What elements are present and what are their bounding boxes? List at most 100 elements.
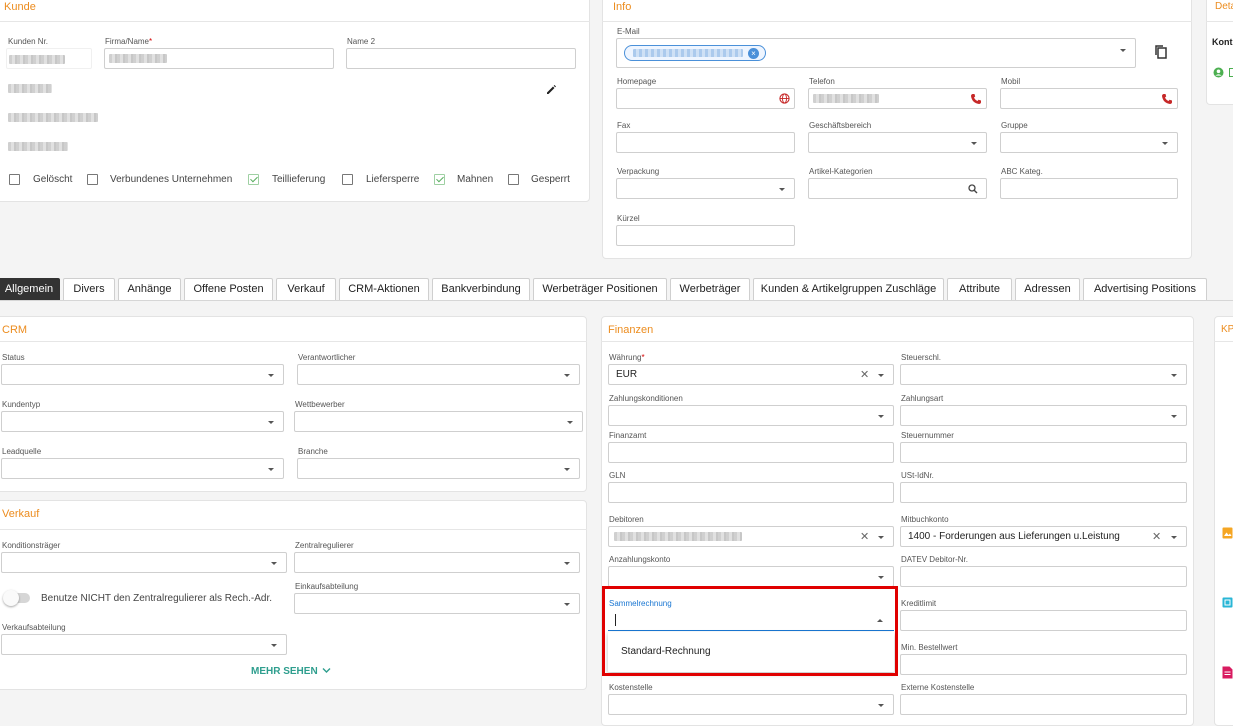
steuernummer-field[interactable]	[900, 442, 1187, 463]
info-divider	[602, 21, 1192, 22]
geschaeftsbereich-select[interactable]	[808, 132, 987, 153]
status-select[interactable]	[1, 364, 284, 385]
zentralregulierer-select[interactable]	[294, 552, 580, 573]
image-icon	[1222, 527, 1233, 539]
min-bestellwert-field[interactable]	[900, 654, 1187, 675]
finanzamt-field[interactable]	[608, 442, 894, 463]
kunde-title: Kunde	[4, 1, 36, 13]
details-title: Deta	[1215, 1, 1233, 12]
mehr-sehen-link[interactable]: MEHR SEHEN	[251, 666, 331, 677]
branche-select[interactable]	[297, 458, 580, 479]
tab-attribute[interactable]: Attribute	[947, 278, 1012, 301]
verpackung-select[interactable]	[616, 178, 795, 199]
clear-icon[interactable]: ✕	[860, 530, 869, 543]
tab-offene-posten[interactable]: Offene Posten	[184, 278, 273, 301]
checkbox-gesperrt[interactable]	[508, 174, 519, 185]
kreditlimit-label: Kreditlimit	[901, 599, 937, 608]
homepage-field[interactable]	[616, 88, 795, 109]
checkbox-teillieferung[interactable]	[248, 174, 259, 185]
name2-field[interactable]	[346, 48, 576, 69]
leadquelle-select[interactable]	[1, 458, 284, 479]
konditionstraeger-select[interactable]	[1, 552, 287, 573]
gln-field[interactable]	[608, 482, 894, 503]
externe-kostenstelle-field[interactable]	[900, 694, 1187, 715]
verkauf-title: Verkauf	[2, 508, 40, 520]
min-bestellwert-label: Min. Bestellwert	[901, 643, 958, 652]
copy-icon[interactable]	[1154, 44, 1168, 60]
clear-icon[interactable]: ✕	[1152, 530, 1161, 543]
finanzen-title: Finanzen	[608, 324, 654, 336]
kundentyp-select[interactable]	[1, 411, 284, 432]
waehrung-select[interactable]: EUR ✕	[608, 364, 894, 385]
abc-field[interactable]	[1000, 178, 1178, 199]
firma-field[interactable]	[104, 48, 334, 69]
tab-kunden-artikelgruppen-zuschlaege[interactable]: Kunden & Artikelgruppen Zuschläge	[753, 278, 944, 301]
toggle-knob	[3, 590, 19, 606]
globe-icon[interactable]	[779, 93, 790, 104]
zentralregulierer-toggle[interactable]	[3, 590, 30, 606]
phone-icon[interactable]	[1161, 93, 1173, 105]
kostenstelle-select[interactable]	[608, 694, 894, 715]
kunden-nr-field[interactable]	[6, 48, 92, 69]
verantwortlicher-select[interactable]	[297, 364, 580, 385]
kuerzel-field[interactable]	[616, 225, 795, 246]
tab-werbetraeger-positionen[interactable]: Werbeträger Positionen	[533, 278, 667, 301]
telefon-field[interactable]	[808, 88, 987, 109]
clear-icon[interactable]: ✕	[860, 368, 869, 381]
tab-adressen[interactable]: Adressen	[1015, 278, 1080, 301]
wettbewerber-select[interactable]	[294, 411, 583, 432]
mitbuchkonto-select[interactable]: 1400 - Forderungen aus Lieferungen u.Lei…	[900, 526, 1187, 547]
kuerzel-label: Kürzel	[617, 214, 640, 223]
anzahlungskonto-label: Anzahlungskonto	[609, 555, 671, 564]
phone-icon[interactable]	[970, 93, 982, 105]
checkbox-mahnen[interactable]	[434, 174, 445, 185]
tab-allgemein[interactable]: Allgemein	[0, 278, 60, 301]
address-line-1	[8, 84, 52, 93]
tab-divers[interactable]: Divers	[63, 278, 115, 301]
einkaufsabteilung-label: Einkaufsabteilung	[295, 582, 359, 591]
debitoren-select[interactable]: ✕	[608, 526, 894, 547]
tab-bankverbindung[interactable]: Bankverbindung	[432, 278, 530, 301]
chip-remove-icon[interactable]: ×	[748, 48, 759, 59]
email-chip[interactable]: ×	[624, 45, 766, 61]
toggle-label: Benutze NICHT den Zentralregulierer als …	[41, 593, 273, 604]
details-item-icon	[1229, 68, 1233, 77]
zahlungsart-select[interactable]	[900, 405, 1187, 426]
homepage-label: Homepage	[617, 77, 657, 86]
tab-crm-aktionen[interactable]: CRM-Aktionen	[339, 278, 429, 301]
zahlungskonditionen-select[interactable]	[608, 405, 894, 426]
einkaufsabteilung-select[interactable]	[294, 593, 580, 614]
tab-werbetraeger[interactable]: Werbeträger	[670, 278, 750, 301]
verantwortlicher-label: Verantwortlicher	[298, 353, 356, 362]
verkaufsabteilung-select[interactable]	[1, 634, 287, 655]
search-icon[interactable]	[968, 184, 978, 194]
checkbox-label-gesperrt: Gesperrt	[531, 174, 570, 185]
konditionstraeger-label: Konditionsträger	[2, 541, 61, 550]
tab-advertising-positions[interactable]: Advertising Positions	[1083, 278, 1207, 301]
kreditlimit-field[interactable]	[900, 610, 1187, 631]
artikel-kategorien-field[interactable]	[808, 178, 987, 199]
ustid-label: USt-IdNr.	[901, 471, 934, 480]
pencil-icon[interactable]	[545, 83, 557, 95]
datev-field[interactable]	[900, 566, 1187, 587]
name2-label: Name 2	[347, 37, 376, 46]
tab-anhaenge[interactable]: Anhänge	[118, 278, 181, 301]
checkbox-geloescht[interactable]	[9, 174, 20, 185]
checkbox-liefersperre[interactable]	[342, 174, 353, 185]
anzahlungskonto-select[interactable]	[608, 566, 894, 587]
details-divider	[1206, 21, 1233, 22]
fax-field[interactable]	[616, 132, 795, 153]
checkbox-label-liefersperre: Liefersperre	[366, 174, 420, 185]
address-line-3	[8, 142, 68, 151]
mobil-field[interactable]	[1000, 88, 1178, 109]
fax-label: Fax	[617, 121, 631, 130]
artikel-kategorien-label: Artikel-Kategorien	[809, 167, 873, 176]
kpi-card	[1214, 316, 1233, 726]
verkauf-divider	[0, 529, 587, 530]
finanzamt-label: Finanzamt	[609, 431, 647, 440]
gruppe-select[interactable]	[1000, 132, 1178, 153]
steuerschl-select[interactable]	[900, 364, 1187, 385]
tab-verkauf[interactable]: Verkauf	[276, 278, 336, 301]
checkbox-verbundenes-unternehmen[interactable]	[87, 174, 98, 185]
ustid-field[interactable]	[900, 482, 1187, 503]
